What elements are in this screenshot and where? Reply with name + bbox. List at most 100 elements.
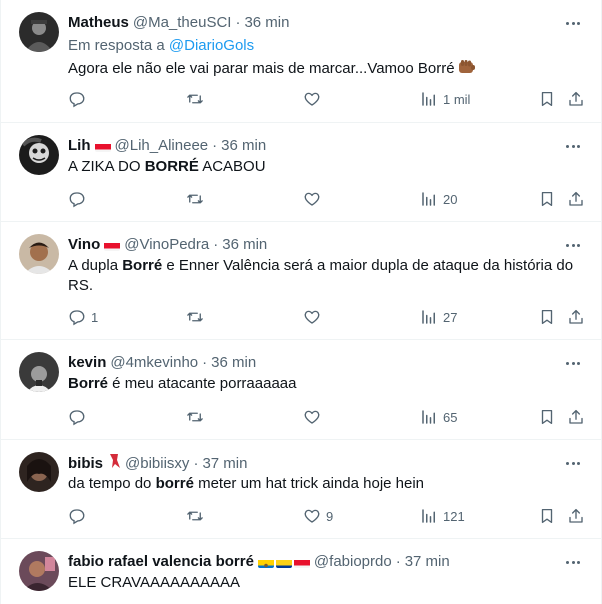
- avatar[interactable]: [19, 551, 59, 591]
- tweet-text-bold: Borré: [122, 257, 163, 274]
- like-button[interactable]: 9: [303, 507, 333, 525]
- retweet-button[interactable]: [186, 408, 204, 426]
- share-icon: [569, 191, 583, 206]
- bookmark-button[interactable]: [538, 408, 556, 426]
- separator-dot: ·: [212, 137, 218, 154]
- reply-to-line: Em resposta a @DiarioGols: [68, 36, 254, 56]
- like-button[interactable]: [303, 308, 321, 326]
- tweet-text: Agora ele não ele vai parar mais de marc…: [68, 59, 581, 79]
- reply-button[interactable]: [68, 90, 91, 108]
- reply-to-prefix: Em resposta a: [68, 37, 165, 54]
- more-icon[interactable]: [563, 236, 583, 254]
- bookmark-icon: [541, 508, 553, 524]
- action-bar: 1 27: [68, 308, 590, 328]
- timestamp[interactable]: 36 min: [211, 353, 256, 373]
- user-handle[interactable]: @fabioprdo: [314, 552, 392, 572]
- tweet-text-bold: Borré: [68, 375, 109, 392]
- user-handle[interactable]: @VinoPedra: [124, 235, 209, 255]
- bookmark-button[interactable]: [538, 90, 556, 108]
- reply-button[interactable]: 1: [68, 308, 98, 326]
- action-bar: 20: [68, 190, 590, 210]
- display-name[interactable]: bibis: [68, 454, 103, 474]
- retweet-button[interactable]: [186, 308, 204, 326]
- more-icon[interactable]: [563, 14, 583, 32]
- more-icon[interactable]: [563, 553, 583, 571]
- bookmark-button[interactable]: [538, 308, 556, 326]
- flag-emoji: [94, 141, 111, 152]
- timestamp[interactable]: 37 min: [202, 454, 247, 474]
- reply-tweet[interactable]: Matheus @Ma_theuSCI · 36 min Em resposta…: [1, 0, 601, 123]
- reply-button[interactable]: [68, 408, 86, 426]
- reply-tweet[interactable]: bibis @bibiisxy · 37 min da tempo do bor…: [1, 440, 601, 539]
- retweet-button[interactable]: [186, 190, 204, 208]
- fist-emoji-icon: [458, 59, 476, 75]
- tweet-text-part: ACABOU: [198, 158, 266, 175]
- tweet-text: ELE CRAVAAAAAAAAAA: [68, 573, 581, 593]
- reply-icon: [69, 410, 85, 426]
- retweet-button[interactable]: [186, 90, 209, 108]
- tweet-text-part: A dupla: [68, 257, 123, 274]
- views-button[interactable]: 27: [420, 308, 457, 326]
- share-button[interactable]: [567, 408, 585, 426]
- like-icon: [304, 92, 320, 106]
- bookmark-button[interactable]: [538, 507, 556, 525]
- like-button[interactable]: [303, 408, 321, 426]
- display-name[interactable]: Matheus: [68, 13, 129, 33]
- display-name[interactable]: fabio rafael valencia borré: [68, 552, 254, 572]
- timestamp[interactable]: 36 min: [221, 136, 266, 156]
- timestamp[interactable]: 36 min: [222, 235, 267, 255]
- tweet-text-bold: borré: [155, 475, 194, 492]
- tweet-text-part: meter um hat trick ainda hoje hein: [193, 475, 425, 492]
- more-icon[interactable]: [563, 137, 583, 155]
- avatar[interactable]: [19, 452, 59, 492]
- reply-tweet[interactable]: kevin @4mkevinho · 36 min Borré é meu at…: [1, 340, 601, 440]
- reply-tweet[interactable]: Lih @Lih_Alineee · 36 min A ZIKA DO BORR…: [1, 123, 601, 222]
- more-icon[interactable]: [563, 454, 583, 472]
- timestamp[interactable]: 36 min: [244, 13, 289, 33]
- separator-dot: ·: [213, 236, 219, 253]
- reply-icon: [69, 92, 85, 108]
- view-count: 65: [443, 409, 458, 425]
- display-name[interactable]: kevin: [68, 353, 106, 373]
- avatar[interactable]: [19, 234, 59, 274]
- bookmark-button[interactable]: [538, 190, 556, 208]
- reply-button[interactable]: [68, 190, 86, 208]
- retweet-icon: [187, 94, 203, 104]
- reply-button[interactable]: [68, 507, 86, 525]
- replies-timeline: Matheus @Ma_theuSCI · 36 min Em resposta…: [0, 0, 602, 604]
- views-button[interactable]: 65: [420, 408, 457, 426]
- display-name[interactable]: Vino: [68, 235, 100, 255]
- timestamp[interactable]: 37 min: [405, 552, 450, 572]
- user-handle[interactable]: @Ma_theuSCI: [133, 13, 232, 33]
- user-handle[interactable]: @4mkevinho: [110, 353, 198, 373]
- share-button[interactable]: [567, 507, 585, 525]
- tweet-text-part: é meu atacante porraaaaaa: [108, 375, 297, 392]
- share-button[interactable]: [567, 90, 585, 108]
- tweet-header: Lih @Lih_Alineee · 36 min: [68, 136, 561, 156]
- display-name[interactable]: Lih: [68, 136, 91, 156]
- like-button[interactable]: [303, 190, 321, 208]
- user-handle[interactable]: @bibiisxy: [125, 454, 189, 474]
- share-button[interactable]: [567, 308, 585, 326]
- avatar[interactable]: [19, 135, 59, 175]
- retweet-icon: [187, 194, 203, 204]
- indonesia-flag-icon: [293, 557, 310, 568]
- reply-to-link[interactable]: @DiarioGols: [169, 37, 254, 54]
- reply-tweet[interactable]: fabio rafael valencia borré @fabioprdo ·…: [1, 539, 601, 604]
- views-button[interactable]: 121: [420, 507, 465, 525]
- views-button[interactable]: 20: [420, 190, 457, 208]
- tweet-text-part: A ZIKA DO: [68, 158, 145, 175]
- avatar[interactable]: [19, 12, 59, 52]
- views-button[interactable]: 1 mil: [420, 90, 470, 108]
- avatar[interactable]: [19, 352, 59, 392]
- ribbon-icon: [107, 453, 121, 475]
- user-handle[interactable]: @Lih_Alineee: [115, 136, 209, 156]
- bookmark-icon: [541, 91, 553, 107]
- share-icon: [569, 91, 583, 106]
- retweet-button[interactable]: [186, 507, 204, 525]
- reply-tweet[interactable]: Vino @VinoPedra · 36 min A dupla Borré e…: [1, 222, 601, 340]
- flag-emojis: [257, 557, 310, 568]
- more-icon[interactable]: [563, 354, 583, 372]
- like-button[interactable]: [303, 90, 326, 108]
- share-button[interactable]: [567, 190, 585, 208]
